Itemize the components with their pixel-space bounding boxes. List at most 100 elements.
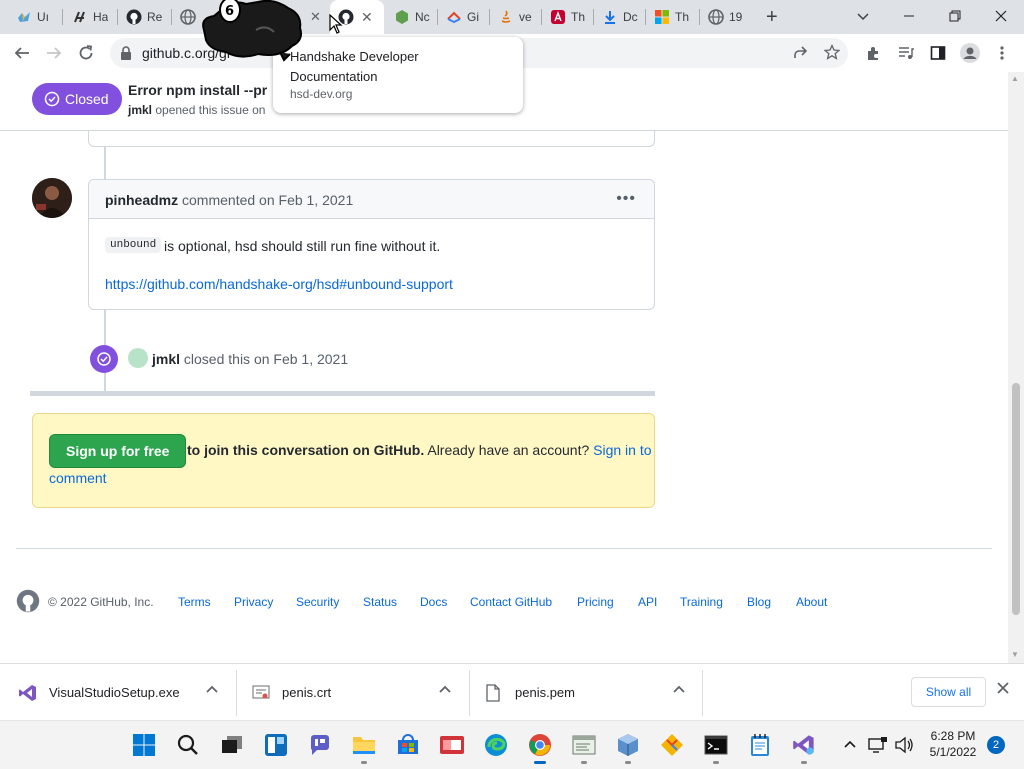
github-icon [126, 9, 142, 25]
download-item[interactable]: penis.crt [252, 664, 432, 721]
file-explorer-icon[interactable] [350, 731, 378, 759]
bookmark-star-icon[interactable] [824, 44, 840, 60]
browser-tab[interactable]: Gi [438, 0, 488, 34]
show-all-downloads-button[interactable]: Show all [911, 677, 986, 707]
chevron-up-icon[interactable] [438, 683, 452, 697]
download-item[interactable]: VisualStudioSetup.exe [18, 664, 233, 721]
system-clock[interactable]: 6:28 PM 5/1/2022 [928, 728, 978, 760]
chevron-up-icon[interactable] [672, 683, 686, 697]
teams-chat-icon[interactable] [306, 731, 334, 759]
signin-link[interactable]: Sign in to [593, 442, 651, 458]
lock-icon[interactable] [120, 46, 132, 60]
footer-link-blog[interactable]: Blog [747, 595, 771, 609]
network-display-icon[interactable] [866, 731, 890, 759]
windows-start-icon[interactable] [130, 731, 158, 759]
hover-card-title: Handshake Developer Documentation [290, 49, 419, 84]
share-icon[interactable] [792, 45, 808, 61]
footer-link-contact[interactable]: Contact GitHub [470, 595, 552, 609]
avatar[interactable] [128, 348, 148, 368]
scroll-down-icon[interactable]: ▼ [1011, 650, 1019, 659]
browser-tab[interactable]: 19 [700, 0, 752, 34]
chevron-up-icon[interactable] [205, 683, 219, 697]
profile-avatar-icon[interactable] [956, 40, 984, 66]
browser-tab[interactable]: Nc [386, 0, 436, 34]
footer-link-security[interactable]: Security [296, 595, 339, 609]
inline-code: unbound [105, 237, 162, 253]
signup-bold-text: to join this conversation on GitHub. [187, 442, 425, 458]
git-icon[interactable] [658, 731, 686, 759]
page-scrollbar[interactable]: ▲ ▼ [1008, 72, 1024, 663]
close-window-icon[interactable] [978, 0, 1024, 32]
footer-link-pricing[interactable]: Pricing [577, 595, 614, 609]
media-queue-icon[interactable] [892, 40, 920, 66]
signin-link-continued[interactable]: comment [49, 470, 107, 486]
footer-link-terms[interactable]: Terms [178, 595, 211, 609]
browser-tab[interactable]: ve [490, 0, 540, 34]
restore-icon[interactable] [932, 0, 978, 32]
tab-search-icon[interactable] [840, 0, 886, 32]
closed-circle-icon [44, 91, 60, 107]
chevron-up-icon[interactable] [838, 731, 862, 759]
back-arrow-icon[interactable] [8, 40, 36, 66]
footer-link-status[interactable]: Status [363, 595, 397, 609]
chrome-browser-icon[interactable] [526, 731, 554, 759]
browser-tab[interactable]: Th [542, 0, 592, 34]
comment-link[interactable]: https://github.com/handshake-org/hsd#unb… [105, 276, 453, 292]
angular-icon [550, 9, 566, 25]
scroll-up-icon[interactable]: ▲ [1011, 74, 1019, 83]
microsoft-store-icon[interactable] [394, 731, 422, 759]
visual-studio-icon [18, 683, 38, 703]
comment-box: pinheadmz commented on Feb 1, 2021 ••• u… [88, 179, 655, 310]
footer-link-about[interactable]: About [796, 595, 827, 609]
task-view-icon[interactable] [218, 731, 246, 759]
issue-title[interactable]: Error npm install --pr [128, 82, 267, 98]
terminal-icon[interactable] [702, 731, 730, 759]
tab-close-icon[interactable]: ✕ [310, 9, 321, 25]
notepad-window-icon[interactable] [570, 731, 598, 759]
extensions-icon[interactable] [860, 40, 888, 66]
issue-author[interactable]: jmkl [128, 103, 152, 117]
media-app-icon[interactable] [438, 731, 466, 759]
signup-button[interactable]: Sign up for free [49, 434, 187, 468]
visual-studio-icon[interactable] [790, 731, 818, 759]
notification-badge[interactable]: 2 [987, 736, 1005, 754]
tab-close-icon[interactable]: ✕ [361, 9, 373, 26]
edge-browser-icon[interactable] [482, 731, 510, 759]
copyright: © 2022 GitHub, Inc. [48, 595, 154, 609]
volume-icon[interactable] [892, 731, 916, 759]
reload-icon[interactable] [72, 40, 100, 66]
close-icon[interactable] [996, 681, 1010, 695]
download-filename: VisualStudioSetup.exe [49, 685, 180, 700]
minimize-icon[interactable] [886, 0, 932, 32]
browser-tab[interactable]: Ha [64, 0, 116, 34]
footer-link-privacy[interactable]: Privacy [234, 595, 273, 609]
side-panel-icon[interactable] [924, 40, 952, 66]
clock-time: 6:28 PM [930, 729, 976, 743]
browser-tab[interactable]: Uı [8, 0, 60, 34]
notepad-icon[interactable] [746, 731, 774, 759]
browser-tab[interactable]: Re [118, 0, 170, 34]
menu-kebab-icon[interactable] [988, 40, 1016, 66]
avatar[interactable] [32, 178, 72, 218]
virtualbox-icon[interactable] [614, 731, 642, 759]
scroll-thumb[interactable] [1012, 383, 1020, 616]
github-logo-icon[interactable] [16, 589, 40, 613]
comment-header: pinheadmz commented on Feb 1, 2021 ••• [89, 180, 654, 219]
footer-link-api[interactable]: API [638, 595, 657, 609]
certificate-icon [252, 684, 270, 702]
browser-tab[interactable]: Dc [594, 0, 644, 34]
file-icon [486, 683, 500, 702]
browser-tab[interactable]: Th [646, 0, 698, 34]
new-tab-icon[interactable]: + [766, 6, 778, 29]
forward-arrow-icon[interactable] [40, 40, 68, 66]
comment-author[interactable]: pinheadmz [105, 192, 178, 208]
closed-actor[interactable]: jmkl [152, 351, 180, 367]
comment-timestamp[interactable]: commented on Feb 1, 2021 [182, 192, 353, 208]
status-badge: Closed [32, 83, 122, 115]
download-item[interactable]: penis.pem [486, 664, 666, 721]
footer-link-docs[interactable]: Docs [420, 595, 447, 609]
comment-options-icon[interactable]: ••• [616, 190, 636, 208]
footer-link-training[interactable]: Training [680, 595, 723, 609]
widgets-icon[interactable] [262, 731, 290, 759]
search-icon[interactable] [174, 731, 202, 759]
